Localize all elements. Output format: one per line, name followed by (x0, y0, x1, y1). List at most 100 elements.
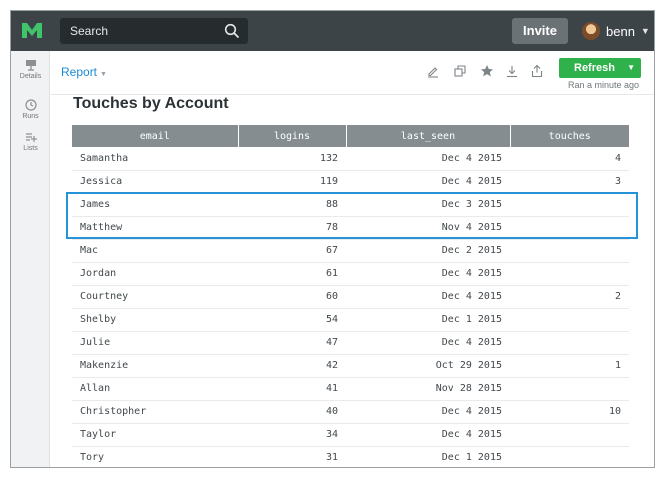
table-row: Allan 41 Nov 28 2015 (72, 377, 629, 401)
sidebar-item-label: Details (19, 73, 42, 80)
edit-icon[interactable] (426, 64, 440, 78)
presentation-icon (25, 60, 36, 71)
cell-touches: 4 (510, 147, 629, 171)
chevron-down-icon: ▼ (640, 26, 650, 36)
cell-email: Jessica (72, 170, 238, 194)
user-menu[interactable]: benn ▼ (582, 19, 650, 43)
search-placeholder: Search (70, 24, 109, 38)
cell-email: Makenzie (72, 354, 238, 378)
cell-touches (510, 193, 629, 217)
cell-logins: 78 (238, 216, 346, 240)
cell-email: Samantha (72, 147, 238, 171)
search-icon[interactable] (224, 23, 240, 39)
refresh-button[interactable]: Refresh ▼ (559, 58, 641, 78)
table-row: Matthew 78 Nov 4 2015 (72, 216, 629, 240)
duplicate-icon[interactable] (453, 64, 467, 78)
cell-last-seen: Oct 29 2015 (346, 354, 510, 378)
download-icon[interactable] (505, 64, 519, 78)
breadcrumb[interactable]: Report ▼ (61, 65, 107, 79)
column-header-email[interactable]: email (72, 125, 239, 147)
sidebar-item-label: Lists (23, 145, 38, 152)
table-row: James 88 Dec 3 2015 (72, 193, 629, 217)
cell-logins: 119 (238, 170, 346, 194)
table-row: Christopher 40 Dec 4 2015 10 (72, 400, 629, 424)
column-header-logins[interactable]: logins (238, 125, 347, 147)
cell-last-seen: Dec 1 2015 (346, 446, 510, 467)
cell-logins: 88 (238, 193, 346, 217)
table-row: Taylor 34 Dec 4 2015 (72, 423, 629, 447)
cell-last-seen: Dec 4 2015 (346, 400, 510, 424)
cell-email: Christopher (72, 400, 238, 424)
cell-email: James (72, 193, 238, 217)
cell-touches (510, 308, 629, 332)
column-header-touches[interactable]: touches (510, 125, 629, 147)
report-breadcrumb-label: Report (61, 65, 98, 79)
cell-touches (510, 239, 629, 263)
search-input[interactable]: Search (60, 18, 248, 44)
table-row: Jessica 119 Dec 4 2015 3 (72, 170, 629, 194)
column-header-last-seen[interactable]: last_seen (346, 125, 511, 147)
cell-logins: 42 (238, 354, 346, 378)
chevron-down-icon[interactable]: ▼ (627, 63, 635, 72)
cell-touches: 1 (510, 354, 629, 378)
cell-last-seen: Dec 4 2015 (346, 170, 510, 194)
top-navigation-bar: Search Invite benn ▼ (11, 11, 654, 51)
sidebar-item-runs[interactable]: Runs (11, 99, 50, 120)
star-icon[interactable] (480, 64, 494, 78)
cell-touches: 10 (510, 400, 629, 424)
user-name: benn (606, 23, 635, 39)
table-row: Makenzie 42 Oct 29 2015 1 (72, 354, 629, 378)
cell-email: Jordan (72, 262, 238, 286)
cell-touches (510, 331, 629, 355)
cell-logins: 41 (238, 377, 346, 401)
table-row: Julie 47 Dec 4 2015 (72, 331, 629, 355)
invite-button[interactable]: Invite (512, 18, 568, 44)
cell-last-seen: Dec 1 2015 (346, 308, 510, 332)
results-table: email logins last_seen touches Samantha 1… (72, 125, 629, 467)
share-icon[interactable] (530, 64, 544, 78)
cell-touches (510, 216, 629, 240)
cell-last-seen: Dec 4 2015 (346, 285, 510, 309)
cell-email: Shelby (72, 308, 238, 332)
sidebar-item-label: Runs (22, 113, 39, 120)
cell-logins: 40 (238, 400, 346, 424)
chevron-down-icon: ▼ (100, 71, 107, 78)
cell-touches (510, 262, 629, 286)
cell-last-seen: Dec 3 2015 (346, 193, 510, 217)
cell-logins: 61 (238, 262, 346, 286)
cell-email: Mac (72, 239, 238, 263)
mode-logo-icon[interactable] (21, 20, 43, 40)
cell-last-seen: Dec 4 2015 (346, 331, 510, 355)
cell-touches (510, 446, 629, 467)
cell-last-seen: Dec 4 2015 (346, 262, 510, 286)
cell-touches (510, 377, 629, 401)
cell-email: Julie (72, 331, 238, 355)
cell-last-seen: Nov 28 2015 (346, 377, 510, 401)
cell-email: Allan (72, 377, 238, 401)
cell-logins: 34 (238, 423, 346, 447)
table-row: Mac 67 Dec 2 2015 (72, 239, 629, 263)
cell-email: Tory (72, 446, 238, 467)
refresh-label: Refresh (574, 62, 615, 74)
table-row: Courtney 60 Dec 4 2015 2 (72, 285, 629, 309)
cell-logins: 31 (238, 446, 346, 467)
report-header: Report ▼ Refresh ▼ Ran a minute ago (51, 51, 654, 95)
cell-last-seen: Dec 2 2015 (346, 239, 510, 263)
cell-touches (510, 423, 629, 447)
app-window: Search Invite benn ▼ Details Runs Lists … (10, 10, 655, 468)
cell-logins: 67 (238, 239, 346, 263)
clock-icon (24, 99, 37, 111)
run-status: Ran a minute ago (568, 80, 640, 90)
table-row: Jordan 61 Dec 4 2015 (72, 262, 629, 286)
cell-email: Courtney (72, 285, 238, 309)
page-title: Touches by Account (73, 95, 229, 112)
sidebar-item-details[interactable]: Details (11, 59, 50, 80)
table-body: Samantha 132 Dec 4 2015 4 Jessica 119 Dec 4 20… (72, 147, 629, 467)
table-row: Tory 31 Dec 1 2015 (72, 446, 629, 467)
cell-last-seen: Dec 4 2015 (346, 147, 510, 171)
cell-logins: 47 (238, 331, 346, 355)
list-add-icon (25, 133, 37, 142)
sidebar-item-lists[interactable]: Lists (11, 131, 50, 152)
table-header-row: email logins last_seen touches (72, 125, 629, 147)
cell-logins: 60 (238, 285, 346, 309)
